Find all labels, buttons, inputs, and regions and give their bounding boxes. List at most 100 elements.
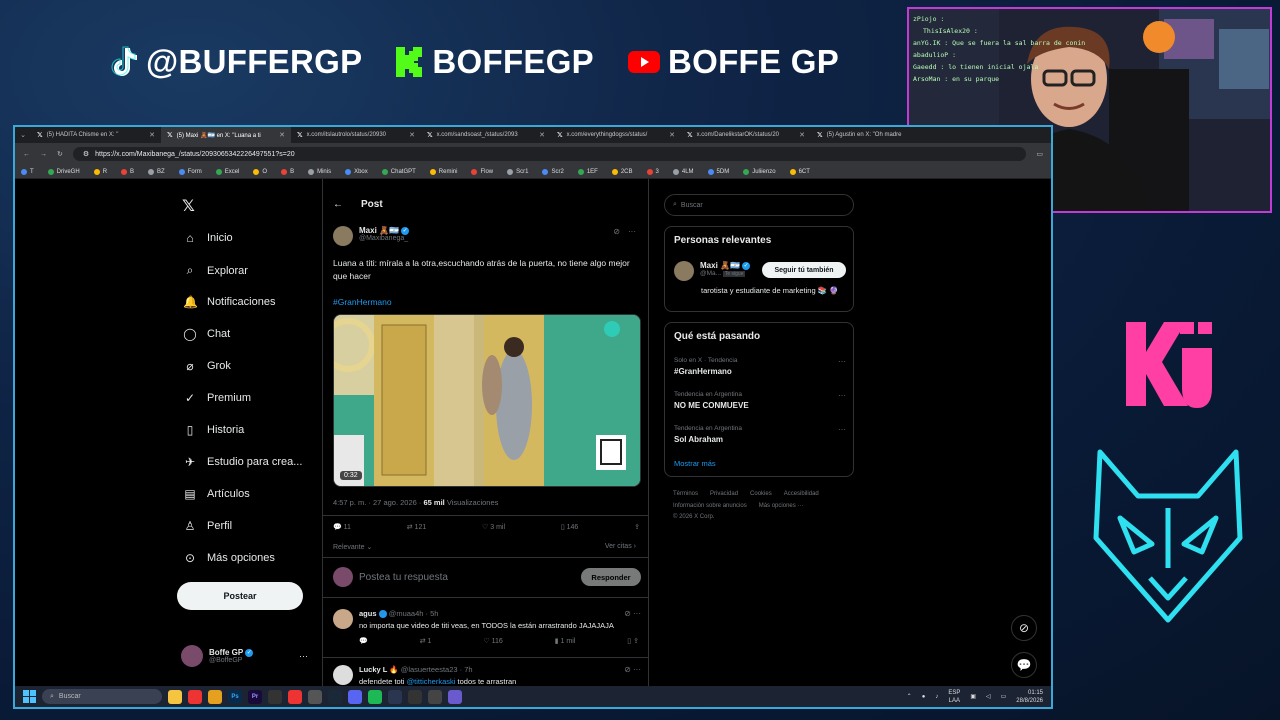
obs-icon[interactable]	[408, 689, 422, 704]
post-hashtag[interactable]: #GranHermano	[333, 297, 392, 307]
spotify-icon[interactable]	[368, 689, 382, 704]
browser-tab[interactable]: 𝕏 (5) Agustin en X: "Oh madre	[811, 127, 941, 143]
reply-button[interactable]: Responder	[581, 568, 641, 586]
tray-chevron-icon[interactable]: ⌃	[907, 693, 912, 700]
bookmark-item[interactable]: 1EF	[577, 168, 598, 175]
follow-button[interactable]: Seguir tú también	[762, 262, 846, 278]
quotes-link[interactable]: Ver citas ›	[605, 543, 636, 550]
bookmark-item[interactable]: O	[253, 168, 267, 175]
repost-action[interactable]: ⇄ 1	[420, 637, 432, 645]
footer-link[interactable]: Accesibilidad	[784, 491, 819, 497]
bookmark-item[interactable]: R	[93, 168, 107, 175]
bookmark-item[interactable]: Remini	[429, 168, 457, 175]
tab-close-icon[interactable]: ✕	[799, 131, 805, 139]
more-dots-icon[interactable]: ⊘ ···	[624, 665, 641, 674]
footer-link[interactable]: Más opciones ···	[759, 503, 804, 509]
share-icon[interactable]: ▯ ⇪	[627, 637, 639, 645]
app-icon[interactable]	[308, 689, 322, 704]
bookmark-item[interactable]: Scr1	[507, 168, 528, 175]
tab-close-icon[interactable]: ✕	[149, 131, 155, 139]
windows-start-icon[interactable]	[23, 690, 36, 703]
reply-item[interactable]: Lucky L 🔥 @lasuerteesta23 · 7h defendete…	[333, 665, 641, 687]
messages-float-icon[interactable]: 💬	[1011, 652, 1037, 678]
more-dots-icon[interactable]: ···	[838, 425, 846, 434]
trend-item[interactable]: Solo en X · Tendencia #GranHermano ···	[674, 357, 846, 376]
more-dots-icon[interactable]: ···	[299, 651, 308, 661]
network-icon[interactable]: ▣	[970, 693, 976, 700]
discord-icon[interactable]	[348, 689, 362, 704]
views-action[interactable]: ▮ 1 mil	[555, 637, 576, 645]
back-arrow-icon[interactable]: ←	[23, 151, 30, 158]
show-more-link[interactable]: Mostrar más	[674, 459, 716, 468]
clock[interactable]: 01:15 28/8/2026	[1016, 689, 1043, 705]
more-dots-icon[interactable]: ⊘ ···	[624, 609, 641, 618]
bookmark-item[interactable]: 5DM	[707, 168, 729, 175]
chrome-icon[interactable]	[188, 689, 202, 704]
bookmark-item[interactable]: Xbox	[345, 168, 368, 175]
share-icon[interactable]: ⇪	[634, 523, 640, 531]
post-video[interactable]: 0:32	[333, 314, 641, 487]
more-dots-icon[interactable]: ···	[838, 391, 846, 400]
footer-link[interactable]: Privacidad	[710, 491, 738, 497]
bookmark-item[interactable]: BZ	[148, 168, 165, 175]
bookmark-item[interactable]: B	[281, 168, 294, 175]
like-action[interactable]: ♡ 3 mil	[482, 523, 505, 531]
bookmark-item[interactable]: 3	[646, 168, 659, 175]
app-icon[interactable]	[388, 689, 402, 704]
bookmark-item[interactable]: Excel	[215, 168, 239, 175]
bookmark-action[interactable]: ▯ 146	[561, 523, 578, 531]
nav-articles[interactable]: ▤ Artículos	[183, 487, 249, 501]
browser-tab[interactable]: 𝕏 (5) HADITA Chisme en X: " ✕	[31, 127, 161, 143]
reply-action[interactable]: 💬 11	[333, 523, 351, 531]
app-icon[interactable]	[448, 689, 462, 704]
nav-grok[interactable]: ⌀ Grok	[183, 359, 230, 373]
nav-premium[interactable]: ✓ Premium	[183, 391, 251, 405]
reload-icon[interactable]: ↻	[57, 150, 63, 158]
nav-profile[interactable]: ♙ Perfil	[183, 519, 232, 533]
tab-close-icon[interactable]: ✕	[409, 131, 415, 139]
relevant-user[interactable]: Maxi 🧸🇦🇷 ✓ @Ma... Te sigue	[674, 261, 751, 281]
bookmark-item[interactable]: Scr2	[542, 168, 564, 175]
browser-tab[interactable]: 𝕏x.com/sandsoast_/status/2093 ✕	[421, 127, 551, 143]
browser-tab[interactable]: 𝕏x.com/everythingdogss/status/ ✕	[551, 127, 681, 143]
bookmark-item[interactable]: Form	[178, 168, 202, 175]
nav-bookmarks[interactable]: ▯ Historia	[183, 423, 245, 437]
language-indicator[interactable]: ESP LAA	[948, 689, 960, 705]
taskbar-search[interactable]: ⌕ Buscar	[42, 689, 162, 704]
url-field[interactable]: ⚙ https://x.com/Maxibanega_/status/209306…	[72, 147, 1027, 161]
file-explorer-icon[interactable]	[168, 689, 182, 704]
mic-icon[interactable]: ●	[922, 694, 926, 700]
more-dots-icon[interactable]: ···	[628, 227, 636, 236]
reply-action[interactable]: 💬	[359, 637, 368, 645]
forward-arrow-icon[interactable]: →	[40, 151, 47, 158]
reply-item[interactable]: agus ✓ @muaa4h · 5h no importa que video…	[333, 609, 641, 649]
post-button[interactable]: Postear	[177, 582, 303, 610]
bookmark-item[interactable]: 4LM	[672, 168, 694, 175]
nav-creator-studio[interactable]: ✈ Estudio para crea...	[183, 455, 302, 469]
browser-tab-active[interactable]: 𝕏 (5) Maxi 🧸🇦🇷 en X: "Luana a ti ✕	[161, 127, 291, 143]
bookmark-item[interactable]: Minis	[308, 168, 331, 175]
tab-list-chevron-icon[interactable]: ⌄	[15, 131, 31, 139]
bookmark-item[interactable]: B	[121, 168, 134, 175]
search-input[interactable]: ⌕ Buscar	[664, 194, 854, 216]
browser-tab[interactable]: 𝕏x.com/DanelikstarOK/status/20 ✕	[681, 127, 811, 143]
nav-explore[interactable]: ⌕ Explorar	[183, 263, 248, 278]
footer-link[interactable]: Términos	[673, 491, 698, 497]
battery-icon[interactable]: ▭	[1001, 693, 1007, 700]
grok-icon[interactable]: ⊘	[613, 227, 620, 236]
chrome-alt-icon[interactable]	[208, 689, 222, 704]
speaker-icon[interactable]: ◁	[986, 693, 991, 700]
bookmark-item[interactable]: T	[21, 168, 34, 175]
nav-chat[interactable]: ◯ Chat	[183, 327, 230, 341]
bookmark-item[interactable]: Juliienzo	[743, 168, 776, 175]
nav-more[interactable]: ⊙ Más opciones	[183, 551, 275, 565]
nav-home[interactable]: ⌂ Inicio	[183, 231, 232, 245]
bookmark-item[interactable]: 2CB	[611, 168, 633, 175]
tab-close-icon[interactable]: ✕	[669, 131, 675, 139]
back-arrow-icon[interactable]: ←	[333, 199, 343, 210]
bookmark-item[interactable]: DriveGH	[47, 168, 80, 175]
photoshop-icon[interactable]: Ps	[228, 689, 242, 704]
footer-link[interactable]: Información sobre anuncios	[673, 503, 747, 509]
app-icon[interactable]	[288, 689, 302, 704]
trend-item[interactable]: Tendencia en Argentina Sol Abraham ···	[674, 425, 846, 444]
